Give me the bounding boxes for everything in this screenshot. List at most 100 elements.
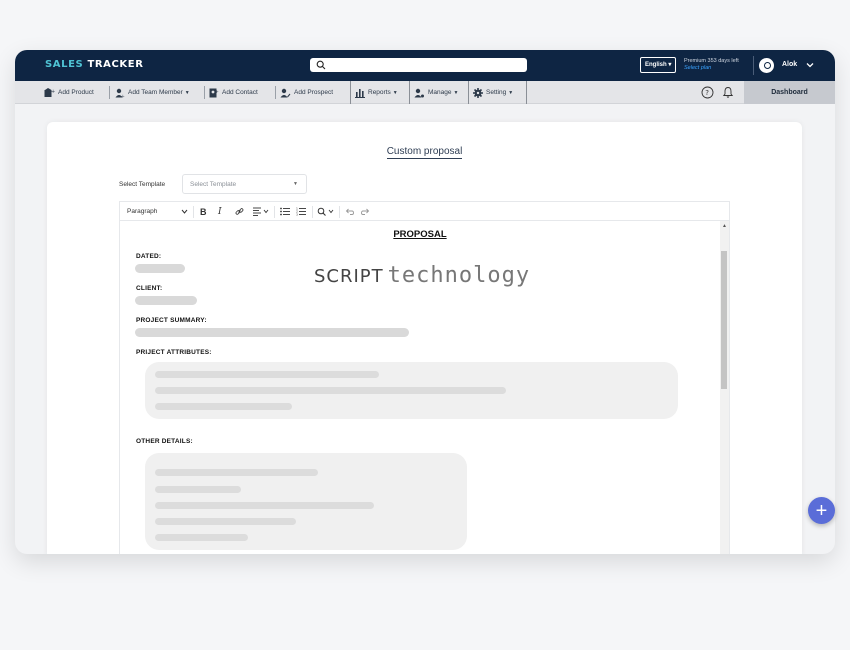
menu-manage[interactable]: Manage ▼ [414,81,458,104]
premium-status: Premium 353 days left Select plan [684,58,739,72]
menu-label: Add Product [58,89,94,96]
menu-label: Manage [428,89,452,96]
brand-part1: SALES [45,59,88,70]
search-input[interactable] [310,58,527,72]
app-window: SALES TRACKER English ▾ Premium 353 days… [15,50,835,554]
redacted-line [155,371,379,378]
avatar[interactable] [759,58,774,73]
redacted-line [135,328,409,337]
caret-down-icon: ▼ [392,89,398,96]
menu-add-team-member[interactable]: + Add Team Member ▼ [115,81,190,104]
caret-down-icon: ▼ [184,89,190,96]
dated-label: DATED: [136,253,162,260]
menu-label: Reports [368,89,391,96]
logo-word1: SCRIPT [314,266,384,287]
redacted-line [155,502,374,509]
project-attributes-label: PRIJECT ATTRIBUTES: [136,349,212,356]
align-icon[interactable] [253,207,269,216]
chart-icon [355,88,365,98]
menu-setting[interactable]: Setting ▼ [473,81,513,104]
editor-toolbar: Paragraph B I 123 [120,202,729,221]
svg-text:+: + [121,93,125,98]
redacted-line [155,403,292,410]
divider [274,206,275,218]
gear-icon [473,87,483,98]
editor-content[interactable]: PROPOSAL DATED: SCRIPT technology CLIENT:… [120,221,720,554]
language-select[interactable]: English ▾ [640,57,677,73]
other-details-label: OTHER DETAILS: [136,438,193,445]
bulleted-list-icon[interactable] [280,207,290,216]
divider [339,206,340,218]
redacted-line [135,296,197,305]
scrollbar-thumb[interactable] [721,251,727,389]
find-replace-icon[interactable] [317,207,335,216]
redacted-line [155,387,506,394]
page-title-text: Custom proposal [386,146,463,159]
template-placeholder: Select Template [190,181,237,188]
caret-down-icon: ▼ [293,181,298,187]
redacted-line [135,264,185,273]
user-name[interactable]: Alok [782,61,797,68]
editor-scrollbar[interactable]: ▲ [720,221,729,554]
menu-add-product[interactable]: + Add Product [44,81,94,104]
caret-down-icon: ▼ [453,89,459,96]
rich-text-editor: Paragraph B I 123 PROPOSAL DATED: SCRIPT… [119,201,730,554]
chevron-down-icon[interactable] [181,208,188,215]
link-icon[interactable] [235,207,244,216]
custom-proposal-card: Custom proposal Select Template Select T… [47,122,802,554]
doc-title: PROPOSAL [393,229,447,240]
premium-days: Premium 353 days left [684,58,739,64]
client-label: CLIENT: [136,285,163,292]
plus-icon: + [815,499,828,522]
redacted-line [155,518,296,525]
menu-label: Setting [486,89,507,96]
brand-logo[interactable]: SALES TRACKER [45,59,144,70]
menu-label: Add Team Member [128,89,183,96]
scroll-up-icon[interactable]: ▲ [722,223,727,229]
menu-reports[interactable]: Reports ▼ [355,81,398,104]
dashboard-button[interactable]: Dashboard [744,81,835,104]
project-summary-label: PROJECT SUMMARY: [136,317,207,324]
help-icon[interactable]: ? [701,86,714,99]
svg-text:+: + [51,89,55,95]
menu-add-prospect[interactable]: Add Prospect [280,81,333,104]
menu-label: Add Prospect [294,89,334,96]
paragraph-style: Paragraph [127,208,158,215]
undo-icon[interactable] [345,208,354,215]
top-bar: SALES TRACKER English ▾ Premium 353 days… [15,50,835,81]
divider [312,206,313,218]
redacted-line [155,486,241,493]
bell-icon[interactable] [722,86,734,99]
language-label: English [645,62,667,68]
numbered-list-icon[interactable]: 123 [296,207,306,216]
svg-text:?: ? [705,89,709,97]
add-prospect-icon [280,88,291,97]
bold-button[interactable]: B [200,202,207,221]
svg-text:3: 3 [296,213,298,217]
manage-icon [414,88,424,97]
divider [109,86,110,99]
redacted-line [155,534,248,541]
logo-word2: technology [387,263,531,288]
menu-add-contact[interactable]: + Add Contact [209,81,258,104]
brand-part2: TRACKER [87,59,144,70]
divider [193,206,194,218]
template-label: Select Template [119,181,166,188]
italic-button[interactable]: I [218,202,222,221]
add-product-icon: + [44,87,55,97]
add-fab-button[interactable]: + [808,497,835,524]
menu-label: Add Contact [222,89,258,96]
select-plan-link[interactable]: Select plan [684,65,739,72]
redo-icon[interactable] [361,208,370,215]
menu-bar: + Add Product + Add Team Member ▼ + Add C… [15,81,835,104]
add-team-member-icon: + [115,88,125,98]
page-title: Custom proposal [47,141,802,159]
add-contact-icon: + [209,88,219,97]
caret-down-icon: ▼ [508,89,514,96]
paragraph-style-select[interactable]: Paragraph [127,202,157,221]
redacted-line [155,469,318,476]
chevron-down-icon[interactable] [805,60,815,70]
template-select[interactable]: Select Template ▼ [182,174,307,194]
divider [204,86,205,99]
search-icon [316,60,326,70]
